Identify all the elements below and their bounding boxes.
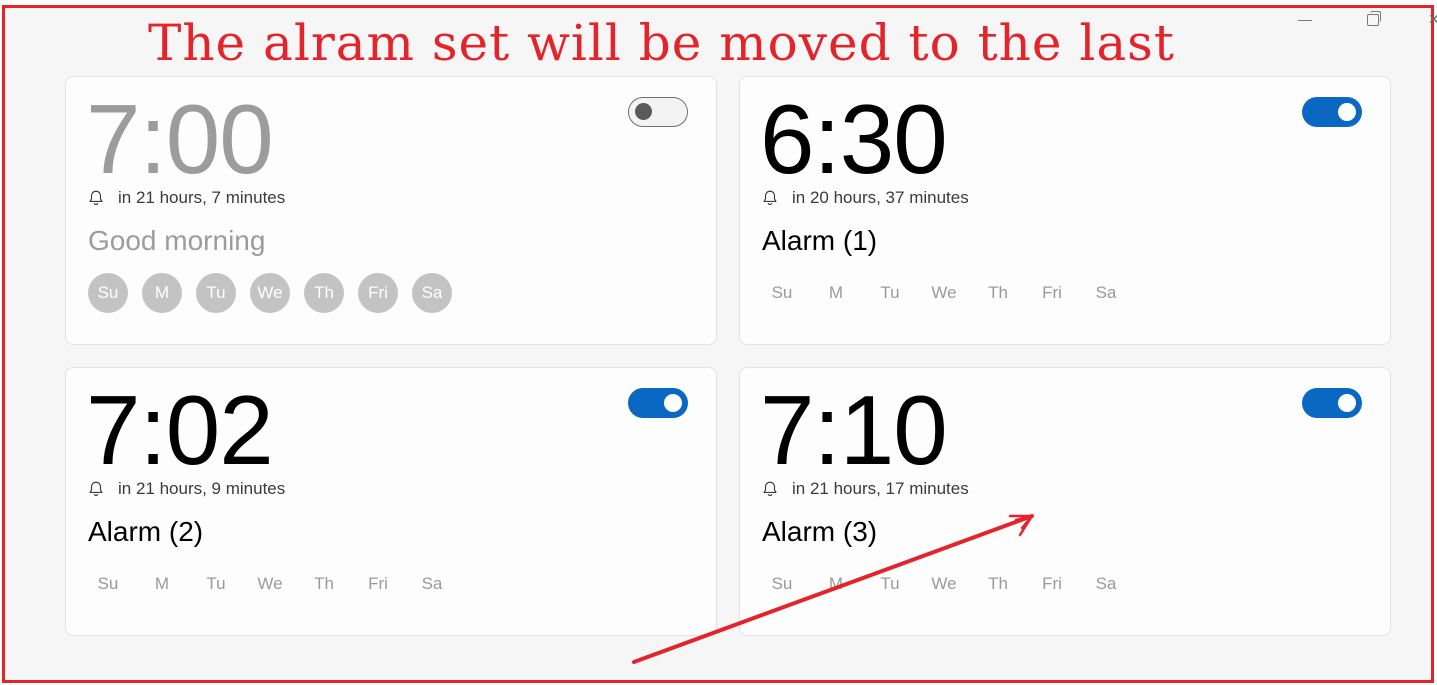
day-th: Th xyxy=(988,283,1008,302)
day-tu: Tu xyxy=(196,273,236,313)
alarm-time: 7:10 xyxy=(760,375,948,485)
alarm-toggle[interactable] xyxy=(1302,97,1362,127)
day-th: Th xyxy=(988,574,1008,593)
day-fri: Fri xyxy=(358,273,398,313)
alarm-days: Su M Tu We Th Fri Sa xyxy=(762,273,1126,313)
day-th: Th xyxy=(304,273,344,313)
day-sa: Sa xyxy=(412,273,452,313)
day-su: Su xyxy=(97,574,119,593)
day-tu: Tu xyxy=(206,574,226,593)
alarm-remaining: in 21 hours, 17 minutes xyxy=(792,479,969,498)
day-m: M xyxy=(154,574,170,593)
alarm-card-good-morning[interactable]: 7:00 in 21 hours, 7 minutes Good morning… xyxy=(65,76,717,345)
bell-icon xyxy=(89,481,103,497)
alarm-remaining: in 21 hours, 9 minutes xyxy=(118,479,286,498)
alarm-remaining: in 20 hours, 37 minutes xyxy=(792,188,969,207)
day-m: M xyxy=(828,283,844,302)
close-button[interactable]: ✕ xyxy=(1428,10,1437,30)
alarm-days: Su M Tu We Th Fri Sa xyxy=(762,564,1126,604)
alarm-remaining: in 21 hours, 7 minutes xyxy=(118,188,286,207)
alarm-toggle[interactable] xyxy=(628,388,688,418)
alarm-name: Good morning xyxy=(88,225,266,256)
day-su: Su xyxy=(771,283,793,302)
alarm-time: 7:02 xyxy=(86,375,274,485)
day-fri: Fri xyxy=(1042,283,1062,302)
day-m: M xyxy=(828,574,844,593)
day-th: Th xyxy=(314,574,334,593)
alarm-name: Alarm (1) xyxy=(762,225,878,256)
alarm-time: 7:00 xyxy=(86,84,274,194)
alarm-card-2[interactable]: 7:02 in 21 hours, 9 minutes Alarm (2) Su… xyxy=(65,367,717,636)
day-m: M xyxy=(142,273,182,313)
day-su: Su xyxy=(771,574,793,593)
restore-button[interactable] xyxy=(1361,10,1385,30)
day-we: We xyxy=(931,283,957,302)
restore-icon xyxy=(1367,11,1381,26)
day-tu: Tu xyxy=(880,283,900,302)
alarm-card-1[interactable]: 6:30 in 20 hours, 37 minutes Alarm (1) S… xyxy=(739,76,1391,345)
alarm-days: Su M Tu We Th Fri Sa xyxy=(88,273,452,313)
bell-icon xyxy=(763,190,777,206)
alarm-card-3[interactable]: 7:10 in 21 hours, 17 minutes Alarm (3) S… xyxy=(739,367,1391,636)
day-su: Su xyxy=(88,273,128,313)
annotation-text: The alram set will be moved to the last xyxy=(148,14,1175,72)
day-sa: Sa xyxy=(1095,283,1117,302)
bell-icon xyxy=(763,481,777,497)
day-fri: Fri xyxy=(368,574,388,593)
day-sa: Sa xyxy=(421,574,443,593)
alarm-time: 6:30 xyxy=(760,84,948,194)
alarm-toggle[interactable] xyxy=(1302,388,1362,418)
day-we: We xyxy=(250,273,290,313)
alarm-name: Alarm (3) xyxy=(762,516,878,547)
minimize-button[interactable] xyxy=(1293,10,1317,30)
alarm-days: Su M Tu We Th Fri Sa xyxy=(88,564,452,604)
day-tu: Tu xyxy=(880,574,900,593)
day-we: We xyxy=(257,574,283,593)
day-we: We xyxy=(931,574,957,593)
close-icon: ✕ xyxy=(1428,12,1437,28)
day-sa: Sa xyxy=(1095,574,1117,593)
day-fri: Fri xyxy=(1042,574,1062,593)
alarm-name: Alarm (2) xyxy=(88,516,204,547)
alarm-toggle[interactable] xyxy=(628,97,688,127)
bell-icon xyxy=(89,190,103,206)
